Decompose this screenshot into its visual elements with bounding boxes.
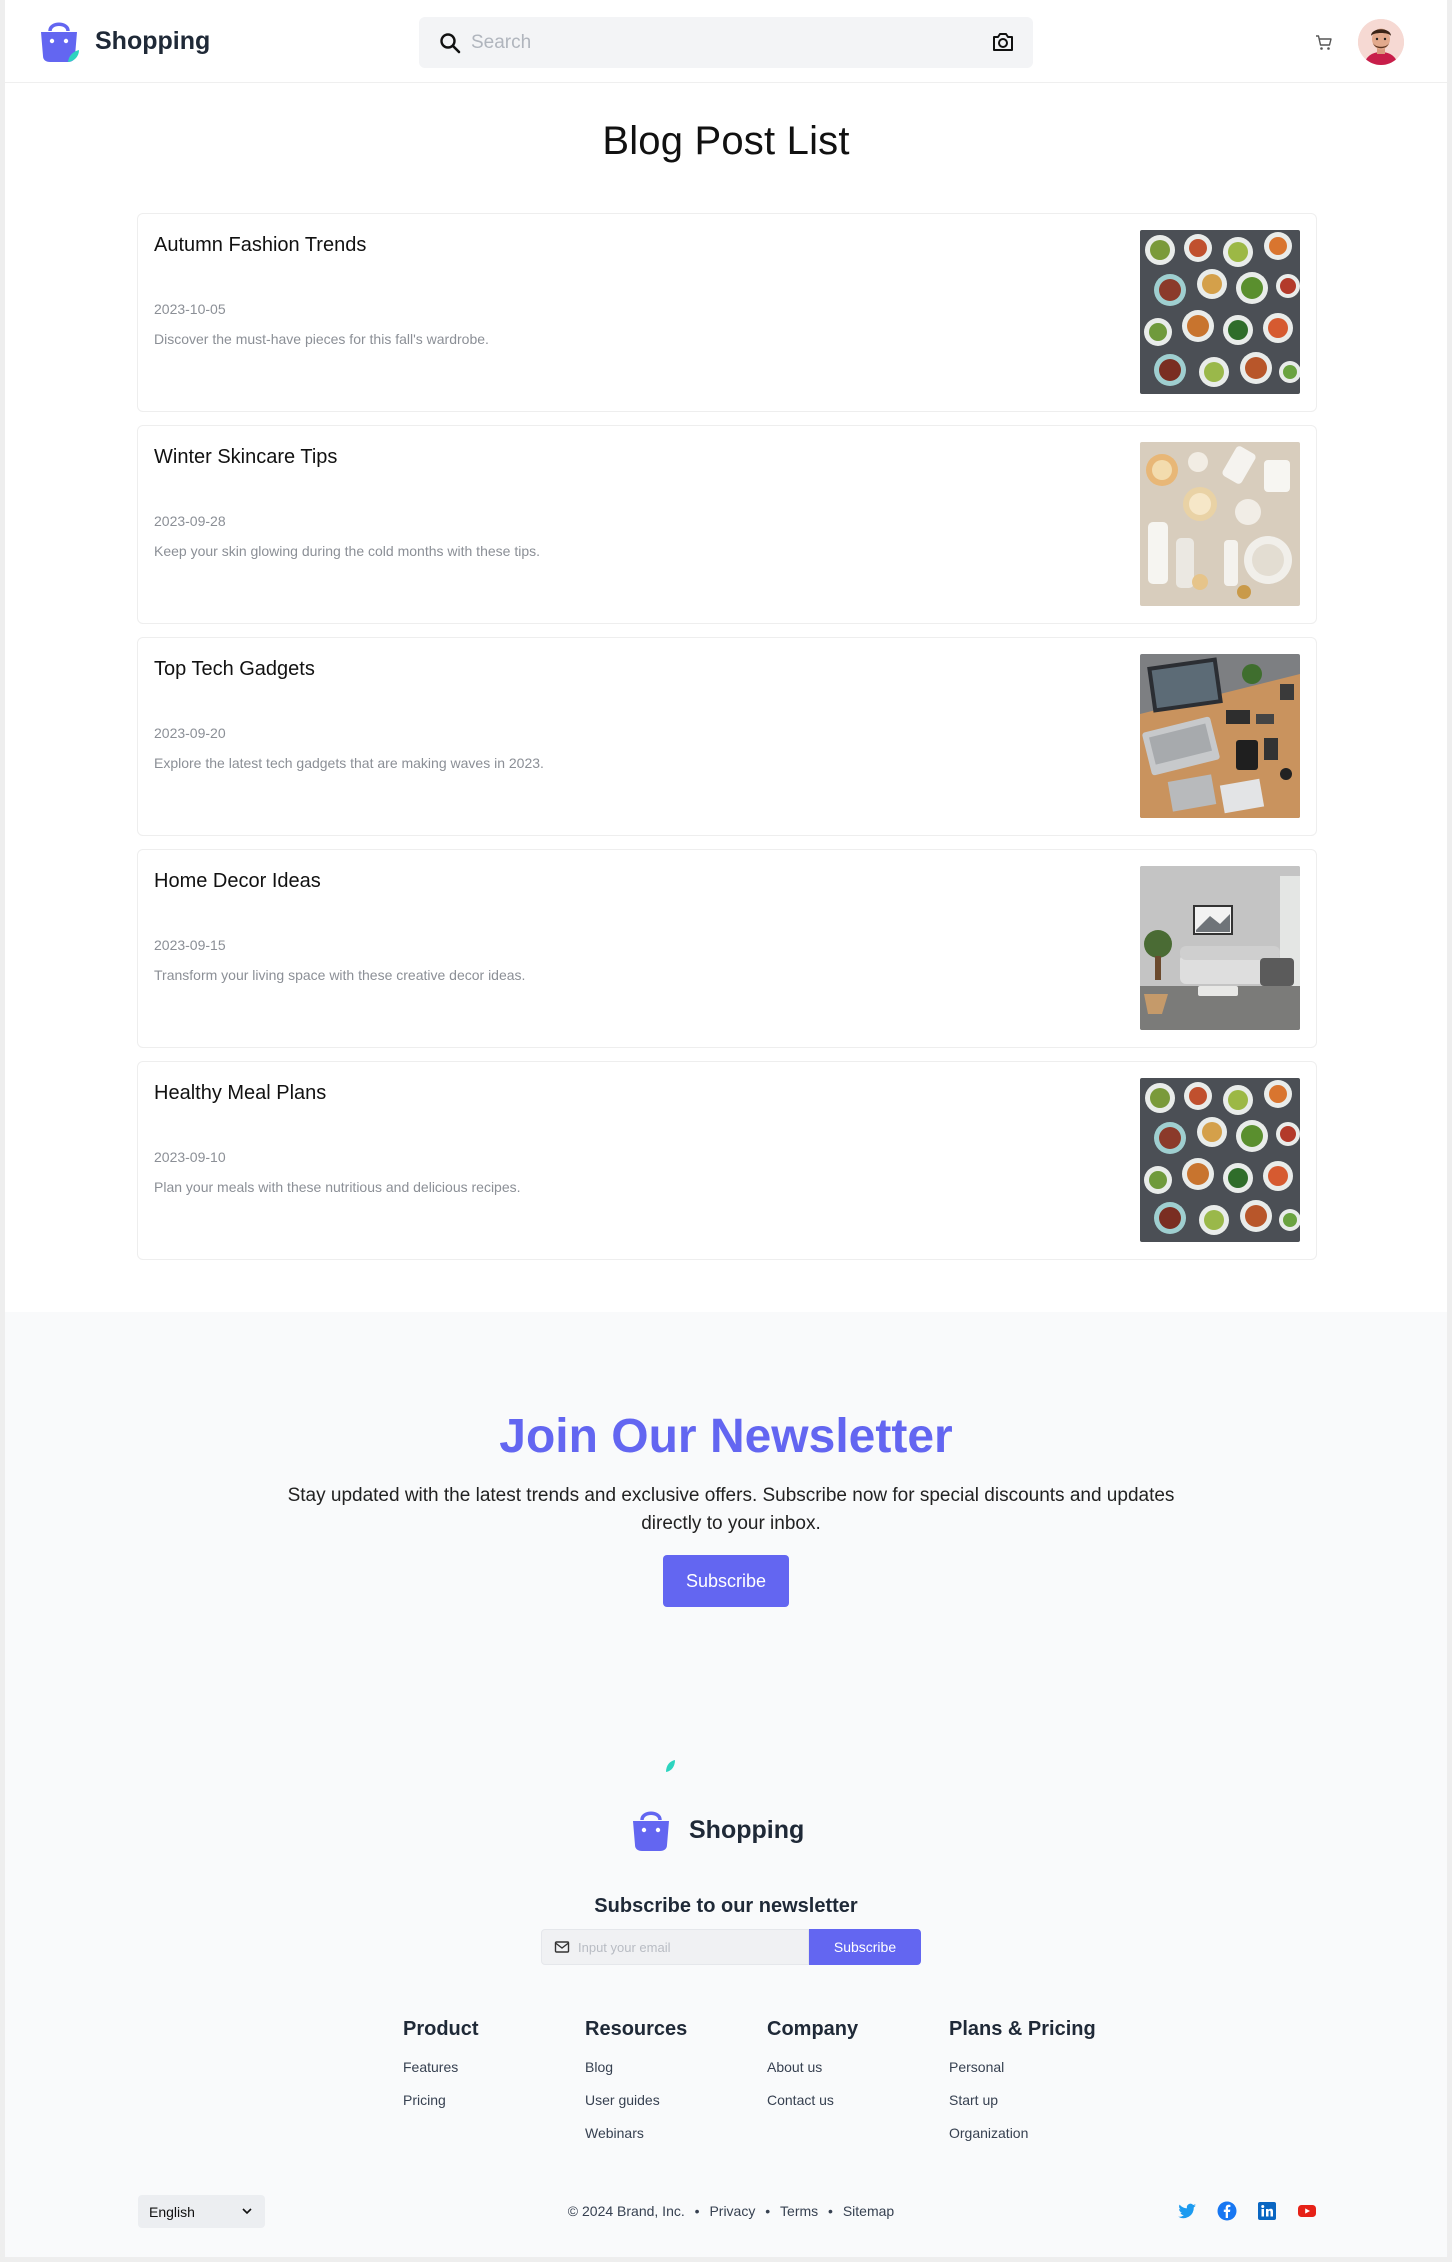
camera-icon[interactable] <box>991 31 1015 53</box>
page-title: Blog Post List <box>602 119 850 163</box>
footer-brand-logo[interactable]: Shopping <box>629 1807 804 1853</box>
copyright-text: © 2024 Brand, Inc. <box>567 2203 685 2219</box>
sitemap-link[interactable]: Sitemap <box>843 2203 894 2219</box>
post-description: Keep your skin glowing during the cold m… <box>154 543 540 559</box>
email-field[interactable] <box>578 1939 798 1955</box>
blog-post-card[interactable]: Winter Skincare Tips 2023-09-28 Keep you… <box>137 425 1317 624</box>
search-input[interactable] <box>471 31 971 54</box>
footer-link[interactable]: Organization <box>949 2125 1131 2141</box>
mail-icon <box>554 1941 570 1953</box>
footer-link[interactable]: Webinars <box>585 2125 767 2141</box>
post-description: Plan your meals with these nutritious an… <box>154 1179 521 1195</box>
post-date: 2023-09-20 <box>154 725 226 741</box>
cart-icon[interactable] <box>1315 35 1333 51</box>
privacy-link[interactable]: Privacy <box>709 2203 755 2219</box>
footer-link-columns: Product Features Pricing Resources Blog … <box>403 2018 1131 2158</box>
post-description: Transform your living space with these c… <box>154 967 526 983</box>
footer-subscribe-button[interactable]: Subscribe <box>809 1929 921 1965</box>
newsletter-title: Join Our Newsletter <box>499 1410 953 1463</box>
newsletter-text: Stay updated with the latest trends and … <box>287 1485 1175 1534</box>
post-thumbnail-food[interactable] <box>1140 230 1300 394</box>
search-icon <box>440 32 461 53</box>
footer-column-resources: Resources Blog User guides Webinars <box>585 2018 767 2158</box>
youtube-icon[interactable] <box>1297 2201 1317 2221</box>
blog-post-card[interactable]: Autumn Fashion Trends 2023-10-05 Discove… <box>137 213 1317 412</box>
brand-logo[interactable]: Shopping <box>37 18 210 64</box>
shopping-bag-logo-icon <box>633 1811 669 1851</box>
post-title[interactable]: Healthy Meal Plans <box>154 1082 326 1105</box>
footer-link[interactable]: About us <box>767 2059 949 2075</box>
post-date: 2023-09-10 <box>154 1149 226 1165</box>
blog-post-card[interactable]: Healthy Meal Plans 2023-09-10 Plan your … <box>137 1061 1317 1260</box>
footer-link[interactable]: Personal <box>949 2059 1131 2075</box>
blog-post-card[interactable]: Top Tech Gadgets 2023-09-20 Explore the … <box>137 637 1317 836</box>
avatar-image <box>1358 19 1404 65</box>
brand-name: Shopping <box>95 26 211 55</box>
post-title[interactable]: Winter Skincare Tips <box>154 446 337 469</box>
social-links <box>1177 2201 1317 2221</box>
facebook-icon[interactable] <box>1217 2201 1237 2221</box>
footer-link[interactable]: User guides <box>585 2092 767 2108</box>
footer-column-title: Plans & Pricing <box>949 2018 1096 2040</box>
post-date: 2023-10-05 <box>154 301 226 317</box>
footer-link[interactable]: Blog <box>585 2059 767 2075</box>
leaf-icon <box>666 1760 675 1772</box>
footer-column-plans-pricing: Plans & Pricing Personal Start up Organi… <box>949 2018 1131 2158</box>
twitter-icon[interactable] <box>1177 2201 1197 2221</box>
footer-column-title: Resources <box>585 2018 688 2040</box>
footer-link[interactable]: Features <box>403 2059 585 2075</box>
top-header: Shopping <box>5 0 1447 83</box>
blog-post-list: Autumn Fashion Trends 2023-10-05 Discove… <box>137 213 1317 1273</box>
newsletter-subscribe-button[interactable]: Subscribe <box>663 1555 789 1607</box>
footer-subscribe-form: Subscribe <box>541 1929 921 1965</box>
post-date: 2023-09-15 <box>154 937 226 953</box>
post-title[interactable]: Top Tech Gadgets <box>154 658 315 681</box>
page: Shopping Search Blog Post List Autumn Fa… <box>0 0 1452 2262</box>
footer-column-title: Company <box>767 2018 859 2040</box>
terms-link[interactable]: Terms <box>780 2203 818 2219</box>
post-thumbnail-tech[interactable] <box>1140 654 1300 818</box>
email-field-wrapper[interactable] <box>541 1929 809 1965</box>
shopping-bag-logo-icon <box>41 22 79 62</box>
footer-column-product: Product Features Pricing <box>403 2018 585 2158</box>
post-title[interactable]: Home Decor Ideas <box>154 870 321 893</box>
footer-link[interactable]: Pricing <box>403 2092 585 2108</box>
post-title[interactable]: Autumn Fashion Trends <box>154 234 366 257</box>
user-avatar[interactable] <box>1358 19 1404 65</box>
footer-column-title: Product <box>403 2018 479 2040</box>
footer-link[interactable]: Start up <box>949 2092 1131 2108</box>
post-description: Explore the latest tech gadgets that are… <box>154 755 544 771</box>
footer-column-company: Company About us Contact us <box>767 2018 949 2158</box>
post-date: 2023-09-28 <box>154 513 226 529</box>
blog-post-card[interactable]: Home Decor Ideas 2023-09-15 Transform yo… <box>137 849 1317 1048</box>
footer-link[interactable]: Contact us <box>767 2092 949 2108</box>
search-bar[interactable] <box>419 17 1033 68</box>
post-description: Discover the must-have pieces for this f… <box>154 331 489 347</box>
linkedin-icon[interactable] <box>1257 2201 1277 2221</box>
footer-brand-name: Shopping <box>689 1815 805 1844</box>
post-thumbnail-food[interactable] <box>1140 1078 1300 1242</box>
post-thumbnail-skincare[interactable] <box>1140 442 1300 606</box>
post-thumbnail-living-room[interactable] <box>1140 866 1300 1030</box>
footer-subscribe-title: Subscribe to our newsletter <box>594 1895 858 1917</box>
